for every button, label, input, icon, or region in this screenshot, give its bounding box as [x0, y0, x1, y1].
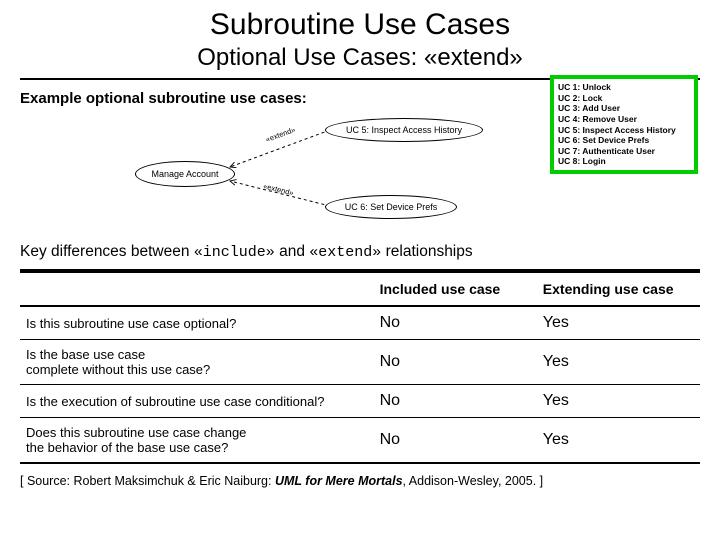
slide-title: Subroutine Use Cases — [20, 8, 700, 42]
question-cell: Is the execution of subroutine use case … — [20, 385, 374, 418]
slide-subtitle: Optional Use Cases: «extend» — [20, 44, 700, 72]
included-answer: No — [374, 418, 537, 464]
use-case-ext1: UC 5: Inspect Access History — [325, 118, 483, 142]
question-cell: Does this subroutine use case change the… — [20, 418, 374, 464]
col-question — [20, 271, 374, 306]
col-extending: Extending use case — [537, 271, 700, 306]
table-row: Is the base use case complete without th… — [20, 340, 700, 385]
key-differences-heading: Key differences between «include» and «e… — [20, 243, 700, 261]
uc-legend-item: UC 2: Lock — [558, 93, 690, 104]
question-cell: Is the base use case complete without th… — [20, 340, 374, 385]
table-row: Is the execution of subroutine use case … — [20, 385, 700, 418]
extending-answer: Yes — [537, 418, 700, 464]
use-case-diagram: «extend» «extend» Manage Account UC 5: I… — [20, 113, 700, 233]
extend-label: «extend» — [264, 125, 296, 144]
question-cell: Is this subroutine use case optional? — [20, 306, 374, 340]
col-included: Included use case — [374, 271, 537, 306]
included-answer: No — [374, 340, 537, 385]
source-citation: [ Source: Robert Maksimchuk & Eric Naibu… — [20, 474, 700, 488]
uc-legend-item: UC 1: Unlock — [558, 82, 690, 93]
table-row: Does this subroutine use case change the… — [20, 418, 700, 464]
table-row: Is this subroutine use case optional?NoY… — [20, 306, 700, 340]
included-answer: No — [374, 385, 537, 418]
comparison-table: Included use case Extending use case Is … — [20, 269, 700, 464]
use-case-ext2: UC 6: Set Device Prefs — [325, 195, 457, 219]
extending-answer: Yes — [537, 306, 700, 340]
extending-answer: Yes — [537, 340, 700, 385]
included-answer: No — [374, 306, 537, 340]
comparison-table-body: Is this subroutine use case optional?NoY… — [20, 306, 700, 463]
extending-answer: Yes — [537, 385, 700, 418]
use-case-base: Manage Account — [135, 161, 235, 187]
extend-label: «extend» — [262, 181, 294, 197]
